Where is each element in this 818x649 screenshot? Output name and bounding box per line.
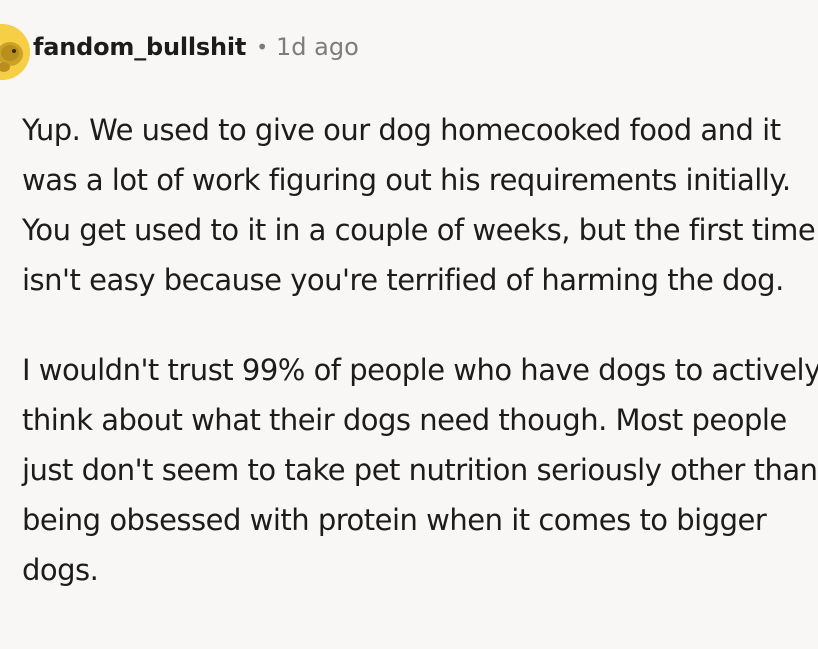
dog-avatar-icon <box>0 24 30 80</box>
comment-body: Yup. We used to give our dog homecooked … <box>22 105 818 595</box>
username-link[interactable]: fandom_bullshit <box>33 33 246 61</box>
comment-paragraph: I wouldn't trust 99% of people who have … <box>22 353 818 587</box>
timestamp[interactable]: 1d ago <box>276 33 359 61</box>
comment-paragraph: Yup. We used to give our dog homecooked … <box>22 113 816 297</box>
meta-separator: • <box>256 35 268 59</box>
avatar[interactable] <box>0 24 30 80</box>
comment-header: fandom_bullshit • 1d ago <box>0 24 359 80</box>
